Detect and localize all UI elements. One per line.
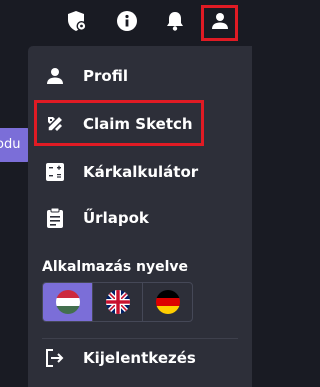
menu-item-label: Űrlapok — [83, 209, 149, 227]
menu-item-urlapok[interactable]: Űrlapok — [28, 196, 252, 240]
shield-gear-icon[interactable] — [66, 10, 88, 32]
highlight-box — [34, 100, 204, 146]
user-dropdown-menu: Profil Claim Sketch Kárkalkulátor Űrlapo… — [28, 46, 252, 387]
menu-item-label: Profil — [83, 67, 128, 85]
language-selector — [42, 282, 193, 322]
menu-item-label: Kárkalkulátor — [83, 163, 199, 181]
language-option-hungarian[interactable] — [43, 283, 93, 321]
calculator-icon — [43, 160, 67, 184]
user-icon — [43, 64, 67, 88]
uk-flag-icon — [105, 290, 130, 314]
logout-icon — [43, 346, 67, 370]
language-title: Alkalmazás nyelve — [42, 259, 189, 275]
clipboard-icon — [43, 206, 67, 230]
info-icon[interactable] — [116, 10, 138, 32]
hungary-flag-icon — [55, 290, 80, 314]
language-option-english[interactable] — [93, 283, 143, 321]
user-icon — [211, 12, 229, 34]
germany-flag-icon — [155, 290, 180, 314]
menu-item-profil[interactable]: Profil — [28, 54, 252, 98]
top-bar — [0, 0, 252, 46]
user-menu-button[interactable] — [201, 5, 238, 41]
menu-item-label: Kijelentkezés — [83, 349, 196, 367]
language-option-german[interactable] — [143, 283, 192, 321]
menu-item-logout[interactable]: Kijelentkezés — [28, 336, 252, 380]
bell-icon[interactable] — [164, 10, 186, 32]
menu-item-karkalkulator[interactable]: Kárkalkulátor — [28, 150, 252, 194]
